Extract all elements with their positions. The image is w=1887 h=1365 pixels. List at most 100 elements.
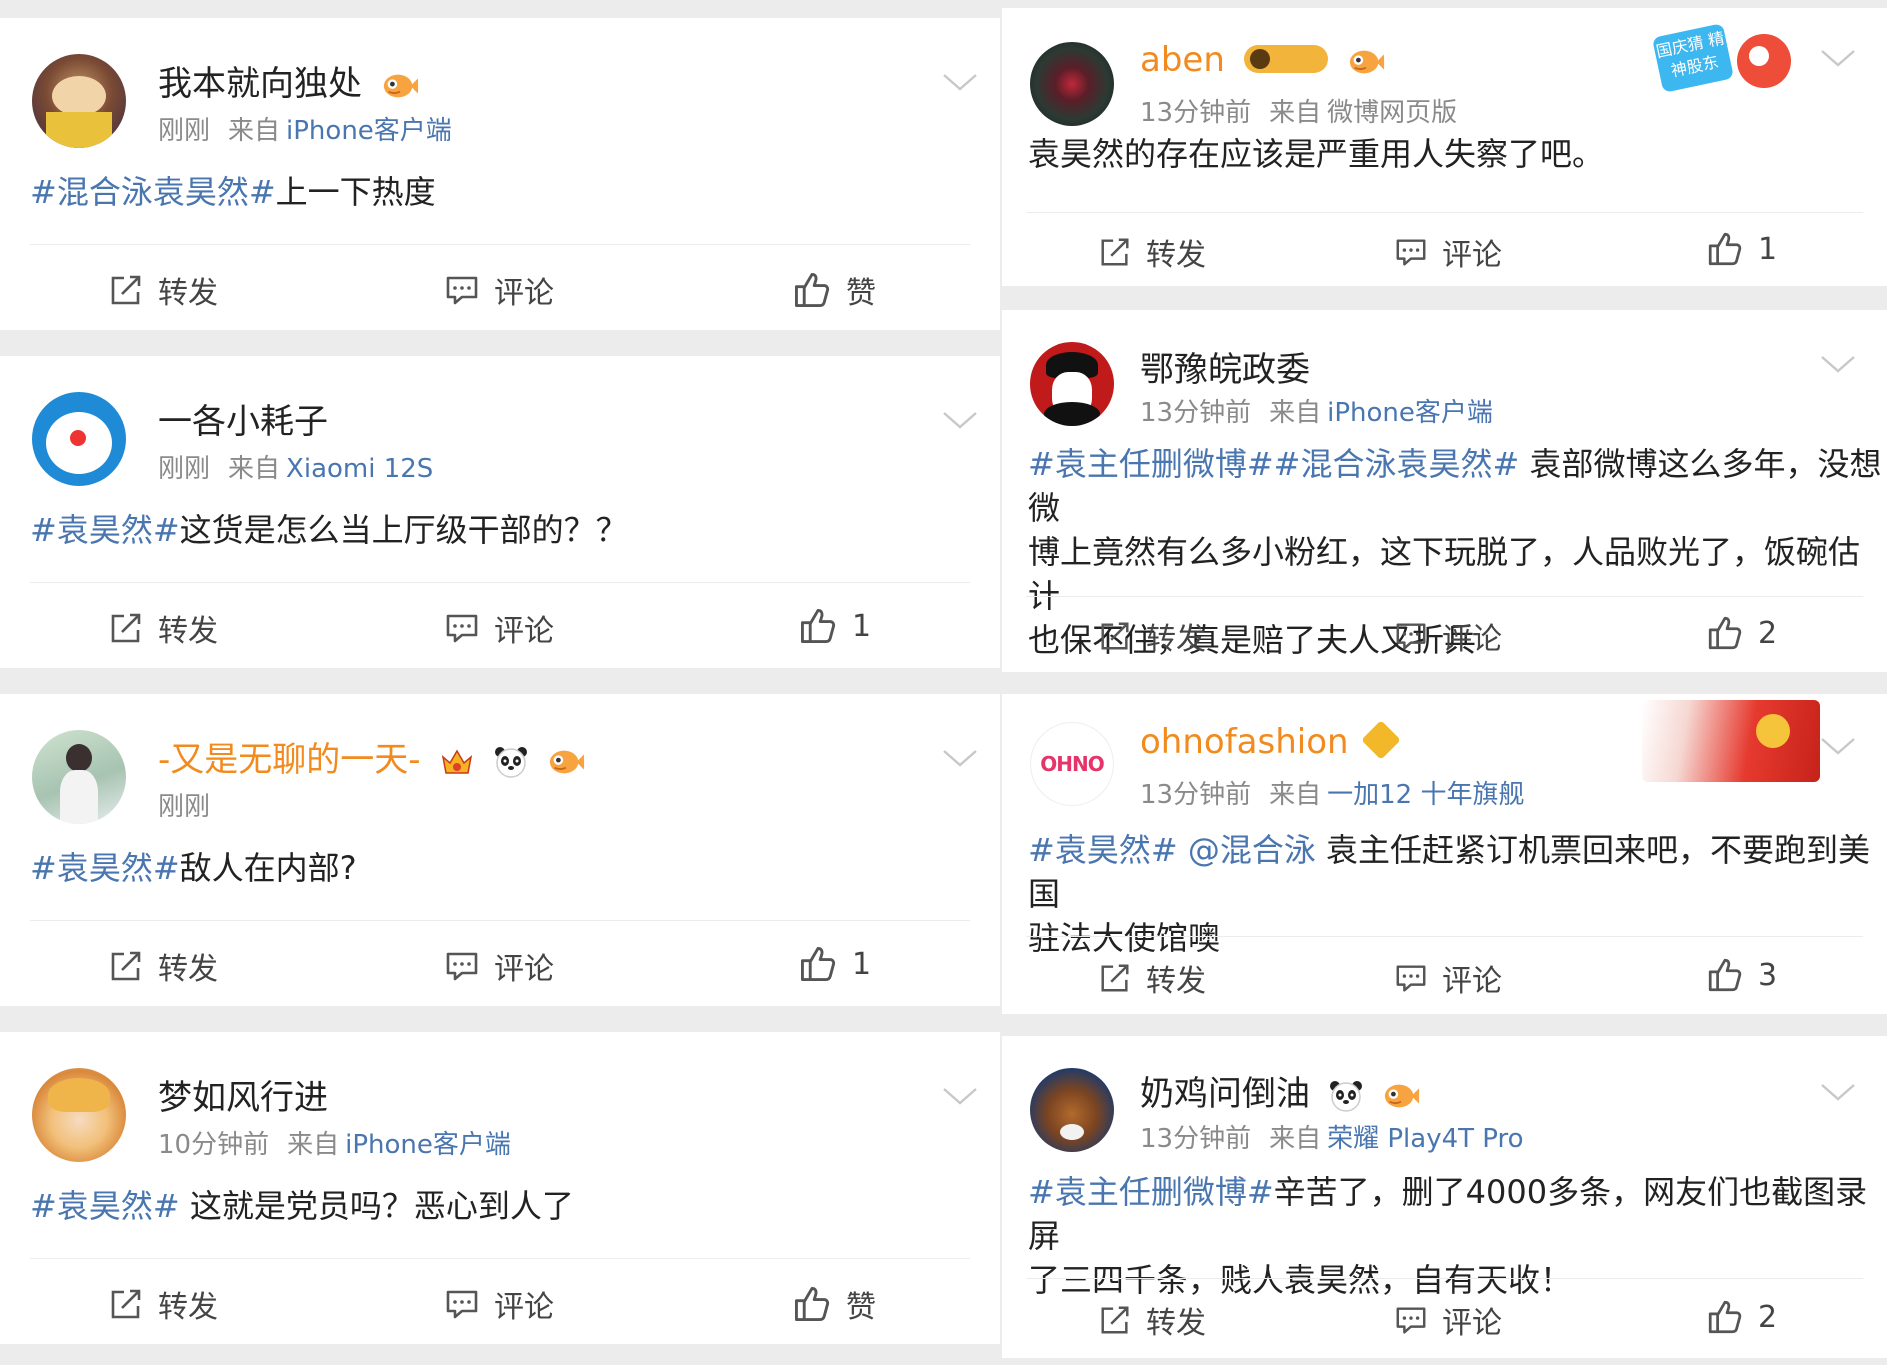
- comment-button[interactable]: 评论: [1394, 230, 1502, 274]
- panda-emoji-icon: [494, 745, 528, 779]
- repost-icon: [1098, 961, 1132, 995]
- username[interactable]: 梦如风行进: [158, 1070, 328, 1119]
- comment-button[interactable]: 评论: [1394, 614, 1502, 658]
- like-button[interactable]: 赞: [792, 268, 876, 312]
- post-content: #袁昊然# 这就是党员吗？恶心到人了: [30, 1187, 574, 1225]
- avatar[interactable]: [32, 730, 126, 824]
- chevron-down-icon[interactable]: [1820, 1082, 1856, 1102]
- username[interactable]: -又是无聊的一天-: [158, 732, 585, 781]
- chevron-down-icon[interactable]: [1820, 354, 1856, 374]
- post-card[interactable]: 我本就向独处 刚刚 来自 iPhone客户端 #混合泳袁昊然#上一下热度 转发 评论…: [0, 18, 1000, 330]
- comment-button[interactable]: 评论: [444, 606, 554, 650]
- username[interactable]: 鄂豫皖政委: [1140, 342, 1310, 391]
- national-day-sticker: 国庆猜 精神股东: [1651, 20, 1817, 110]
- repost-button[interactable]: 转发: [108, 606, 218, 650]
- repost-button[interactable]: 转发: [1098, 230, 1206, 274]
- repost-icon: [1098, 1303, 1132, 1337]
- divider: [30, 920, 970, 921]
- device-link[interactable]: 荣耀 Play4T Pro: [1327, 1124, 1523, 1154]
- post-content: #袁主任删微博#辛苦了，删了4000多条，网友们也截图录屏 了三四千条，贱人袁昊…: [1028, 1173, 1868, 1299]
- post-card[interactable]: 鄂豫皖政委 13分钟前 来自 iPhone客户端 #袁主任删微博##混合泳袁昊然# …: [1002, 310, 1887, 672]
- avatar[interactable]: [32, 54, 126, 148]
- device-link[interactable]: Xiaomi 12S: [286, 454, 433, 484]
- like-button[interactable]: 2: [1706, 614, 1777, 652]
- chevron-down-icon[interactable]: [942, 748, 978, 768]
- divider: [30, 582, 970, 583]
- flag-banner-decoration: [1642, 700, 1820, 782]
- avatar[interactable]: [1030, 1068, 1114, 1152]
- post-card[interactable]: aben 13分钟前 来自 微博网页版 国庆猜 精神股东 袁昊然的存在应该是严重用人…: [1002, 8, 1887, 286]
- like-button[interactable]: 1: [1706, 230, 1777, 268]
- repost-button[interactable]: 转发: [1098, 614, 1206, 658]
- post-meta: 10分钟前 来自 iPhone客户端: [158, 1130, 511, 1160]
- like-button[interactable]: 3: [1706, 956, 1777, 994]
- like-button[interactable]: 1: [798, 944, 871, 984]
- username[interactable]: 我本就向独处: [158, 56, 419, 105]
- comment-icon: [1394, 961, 1428, 995]
- like-button[interactable]: 赞: [792, 1282, 876, 1326]
- chevron-down-icon[interactable]: [942, 72, 978, 92]
- like-button[interactable]: 1: [798, 606, 871, 646]
- crown-badge-icon: [439, 745, 475, 779]
- post-meta: 13分钟前 来自 微博网页版: [1140, 98, 1458, 128]
- post-card[interactable]: -又是无聊的一天- 刚刚 #袁昊然#敌人在内部? 转发 评论 1: [0, 694, 1000, 1006]
- hashtag[interactable]: #袁主任删微博##混合泳袁昊然#: [1028, 445, 1519, 483]
- comment-button[interactable]: 评论: [444, 944, 554, 988]
- post-content: #袁昊然#敌人在内部?: [30, 849, 357, 887]
- chevron-down-icon[interactable]: [942, 410, 978, 430]
- comment-button[interactable]: 评论: [444, 268, 554, 312]
- avatar[interactable]: [32, 392, 126, 486]
- username[interactable]: aben: [1140, 40, 1385, 80]
- thumbs-up-icon: [798, 606, 838, 646]
- username[interactable]: 一各小耗子: [158, 394, 328, 443]
- device-link[interactable]: iPhone客户端: [1327, 398, 1493, 428]
- chevron-down-icon[interactable]: [1820, 48, 1856, 68]
- comment-button[interactable]: 评论: [444, 1282, 554, 1326]
- divider: [30, 1258, 970, 1259]
- repost-button[interactable]: 转发: [1098, 956, 1206, 1000]
- repost-icon: [108, 1286, 144, 1322]
- mention-link[interactable]: @混合泳: [1178, 831, 1316, 869]
- fish-emoji-icon: [1382, 1081, 1420, 1111]
- thumbs-up-icon: [792, 1284, 832, 1324]
- fish-emoji-icon: [547, 747, 585, 777]
- avatar[interactable]: [32, 1068, 126, 1162]
- hashtag[interactable]: #袁昊然#: [30, 849, 180, 887]
- repost-button[interactable]: 转发: [1098, 1298, 1206, 1342]
- comment-button[interactable]: 评论: [1394, 956, 1502, 1000]
- chevron-down-icon[interactable]: [1820, 736, 1856, 756]
- hashtag[interactable]: #袁昊然#: [1028, 831, 1178, 869]
- post-meta: 13分钟前 来自 iPhone客户端: [1140, 398, 1493, 428]
- repost-button[interactable]: 转发: [108, 1282, 218, 1326]
- username[interactable]: ohnofashion: [1140, 719, 1402, 762]
- thumbs-up-icon: [798, 944, 838, 984]
- device-link[interactable]: iPhone客户端: [286, 116, 452, 146]
- comment-icon: [1394, 619, 1428, 653]
- comment-icon: [444, 948, 480, 984]
- repost-button[interactable]: 转发: [108, 268, 218, 312]
- post-card[interactable]: 一各小耗子 刚刚 来自 Xiaomi 12S #袁昊然#这货是怎么当上厅级干部的？？…: [0, 356, 1000, 668]
- hashtag[interactable]: #袁昊然#: [30, 1187, 180, 1225]
- username[interactable]: 奶鸡问倒油: [1140, 1066, 1420, 1115]
- divider: [30, 244, 970, 245]
- device-link[interactable]: iPhone客户端: [345, 1130, 511, 1160]
- repost-button[interactable]: 转发: [108, 944, 218, 988]
- repost-icon: [1098, 619, 1132, 653]
- hashtag[interactable]: #袁主任删微博#: [1028, 1173, 1274, 1211]
- device-link[interactable]: 一加12 十年旗舰: [1327, 780, 1524, 810]
- post-card[interactable]: 梦如风行进 10分钟前 来自 iPhone客户端 #袁昊然# 这就是党员吗？恶心到人…: [0, 1032, 1000, 1344]
- vip-diamond-badge: [1361, 719, 1402, 760]
- chevron-down-icon[interactable]: [942, 1086, 978, 1106]
- post-meta: 刚刚: [158, 792, 211, 822]
- repost-icon: [108, 948, 144, 984]
- like-button[interactable]: 2: [1706, 1298, 1777, 1336]
- hashtag[interactable]: #混合泳袁昊然#: [30, 173, 276, 211]
- avatar[interactable]: OHNO: [1030, 722, 1114, 806]
- avatar[interactable]: [1030, 342, 1114, 426]
- post-card[interactable]: OHNO ohnofashion 13分钟前 来自 一加12 十年旗舰 #袁昊然# …: [1002, 694, 1887, 1014]
- comment-icon: [444, 272, 480, 308]
- avatar[interactable]: [1030, 42, 1114, 126]
- hashtag[interactable]: #袁昊然#: [30, 511, 180, 549]
- post-card[interactable]: 奶鸡问倒油 13分钟前 来自 荣耀 Play4T Pro #袁主任删微博#辛苦了，删…: [1002, 1036, 1887, 1358]
- comment-button[interactable]: 评论: [1394, 1298, 1502, 1342]
